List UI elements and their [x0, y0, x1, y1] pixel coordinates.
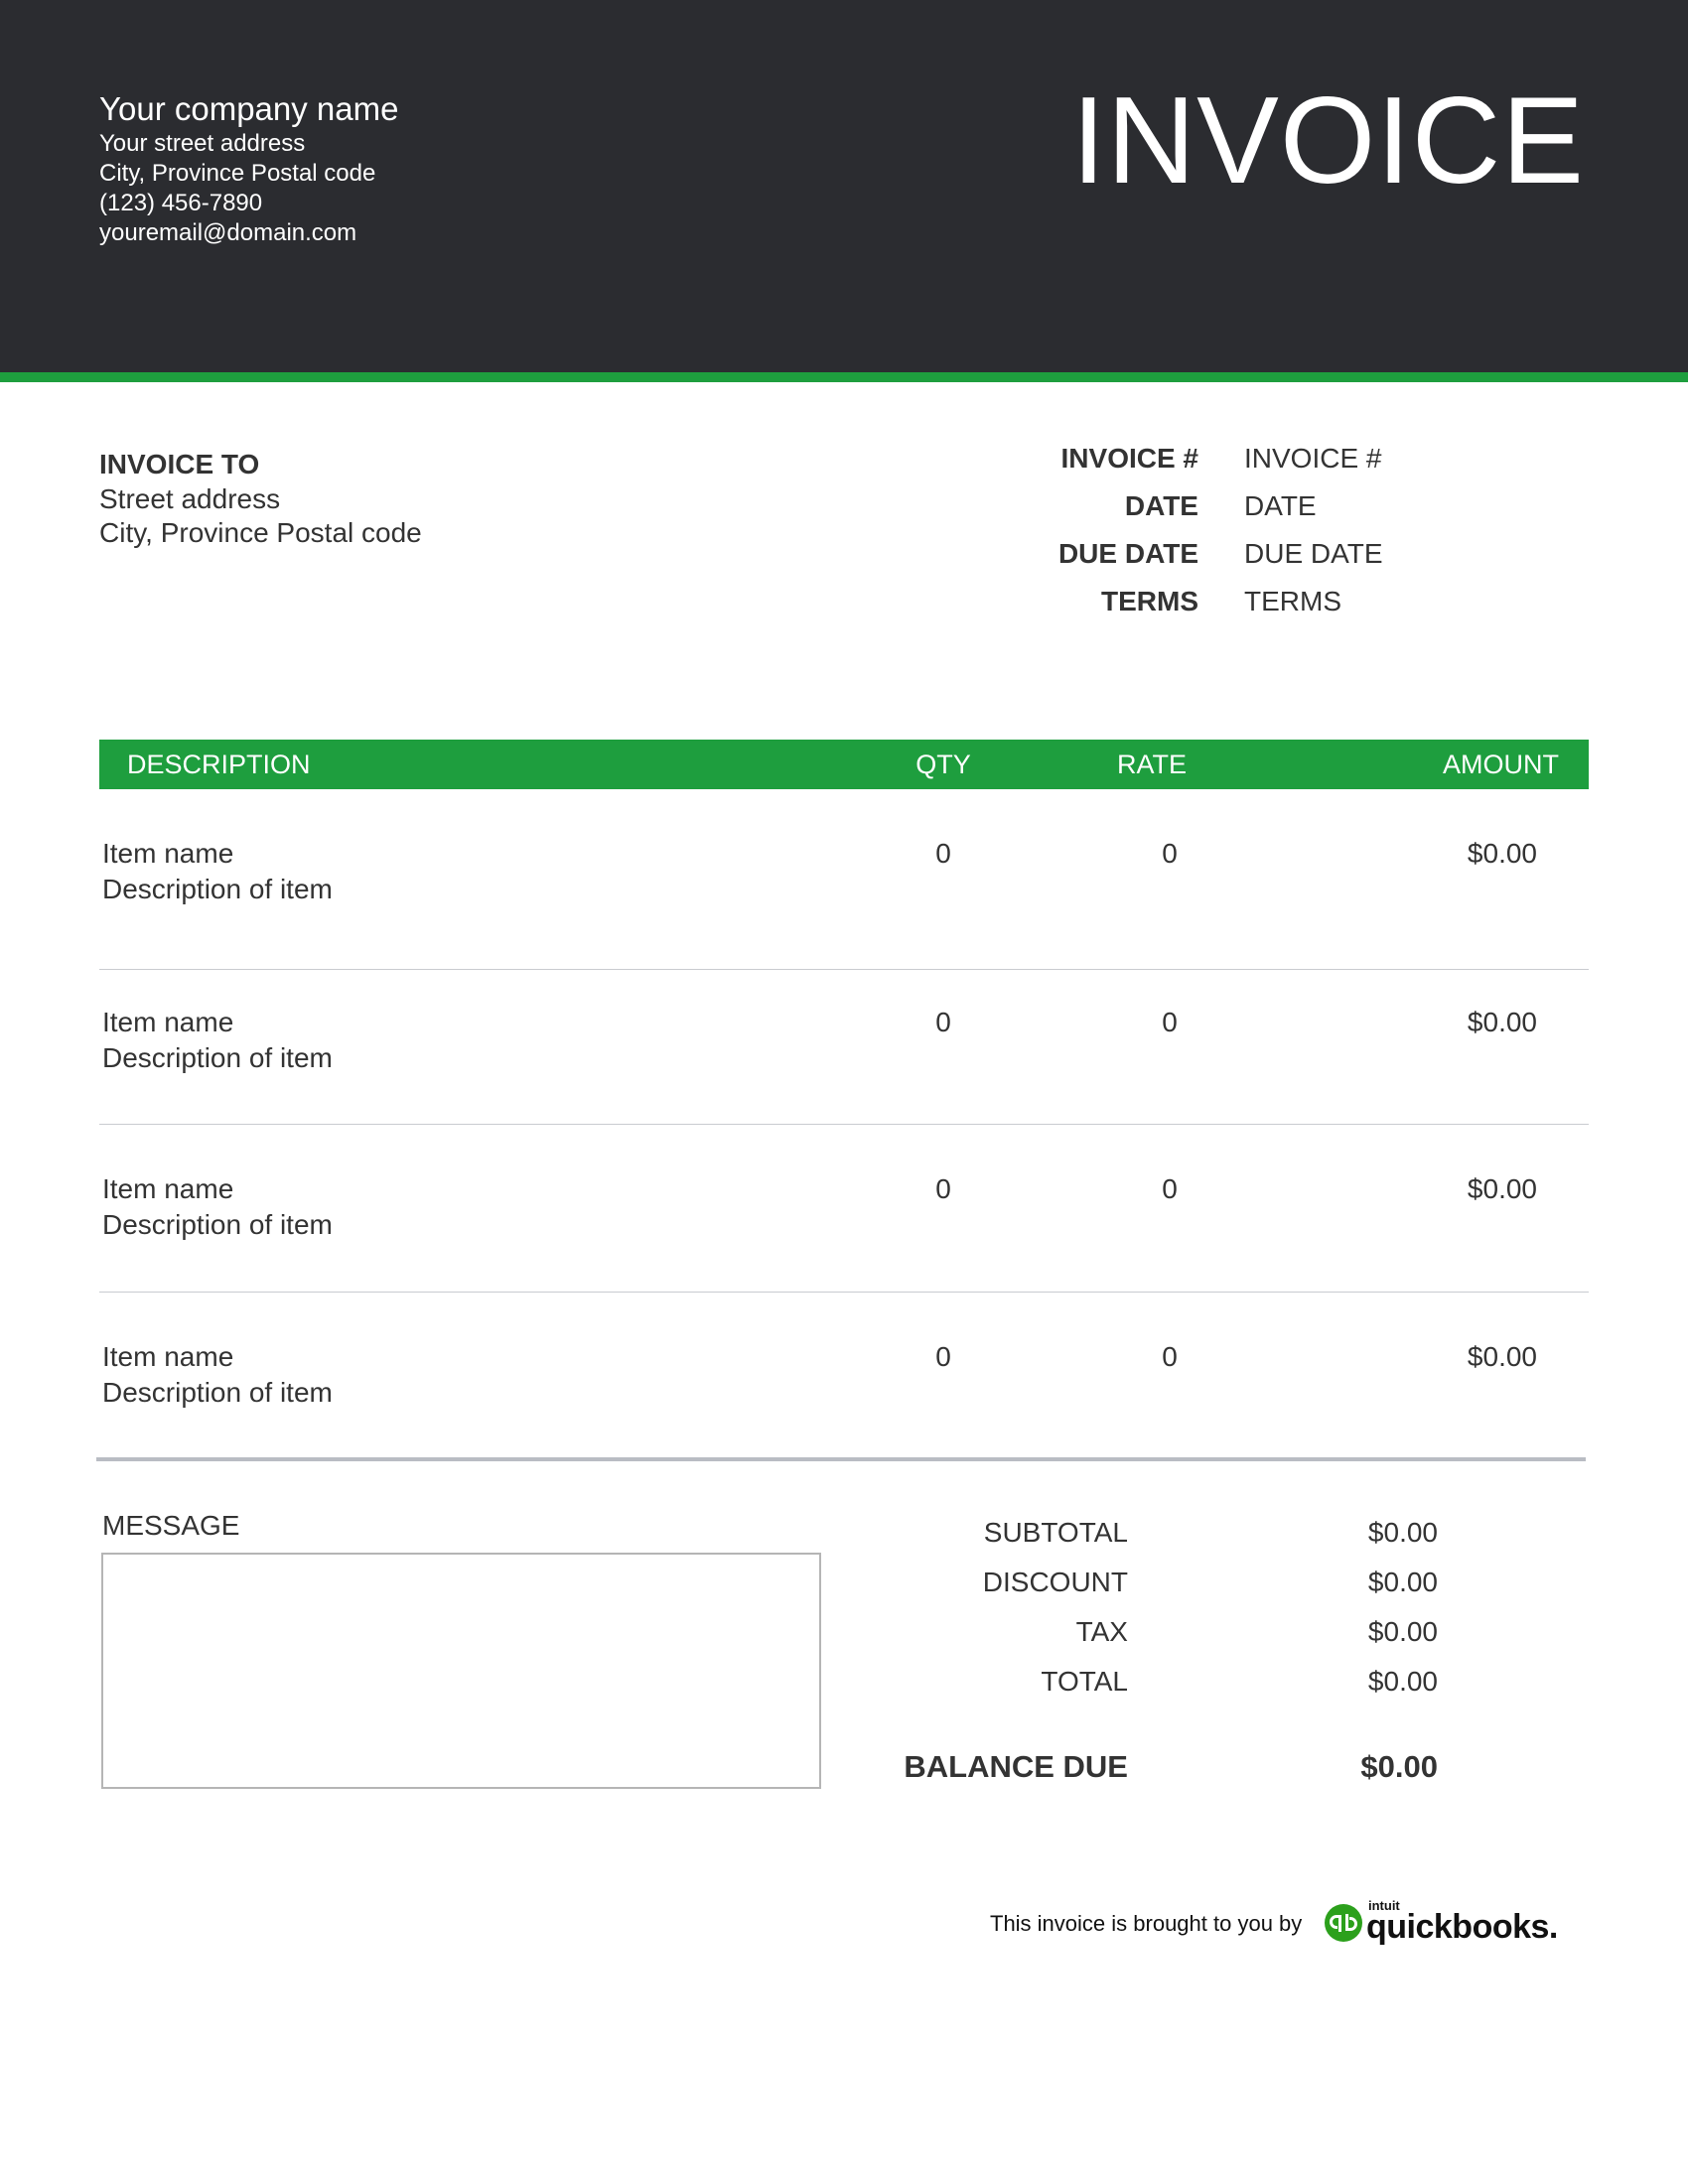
bill-to-block: INVOICE TO Street address City, Province…	[99, 447, 422, 550]
item-name[interactable]: Item name	[102, 837, 233, 871]
item-rate[interactable]: 0	[1120, 1340, 1219, 1374]
meta-label: TERMS	[1101, 586, 1198, 616]
meta-value[interactable]: DATE	[1244, 488, 1317, 524]
meta-label: INVOICE #	[1060, 443, 1198, 474]
subtotal-row: SUBTOTAL $0.00	[894, 1515, 1539, 1565]
quickbooks-logo[interactable]: intuit quickbooks.	[1324, 1894, 1558, 1954]
message-input[interactable]	[101, 1553, 821, 1789]
row-divider	[99, 1292, 1589, 1293]
column-header-description: DESCRIPTION	[127, 750, 311, 779]
header-accent-stripe	[0, 372, 1688, 382]
item-amount: $0.00	[1467, 1173, 1537, 1204]
company-name: Your company name	[99, 90, 399, 127]
company-street: Your street address	[99, 130, 306, 157]
quickbooks-wordmark: quickbooks.	[1366, 1908, 1558, 1946]
item-name[interactable]: Item name	[102, 1340, 233, 1374]
subtotal-label: SUBTOTAL	[983, 1517, 1128, 1548]
balance-due-row: BALANCE DUE $0.00	[894, 1749, 1539, 1803]
meta-row-terms: TERMS TERMS	[993, 584, 1589, 631]
balance-due-value: $0.00	[1360, 1749, 1438, 1784]
total-row: TOTAL $0.00	[894, 1664, 1539, 1713]
bill-to-street: Street address	[99, 483, 281, 514]
column-header-amount: AMOUNT	[1443, 750, 1559, 779]
row-divider	[99, 1124, 1589, 1125]
item-amount: $0.00	[1467, 838, 1537, 869]
meta-label: DATE	[1124, 490, 1198, 521]
footer: This invoice is brought to you by intuit…	[990, 1894, 1558, 1954]
tax-label: TAX	[1075, 1616, 1128, 1647]
invoice-meta: INVOICE # INVOICE # DATE DATE DUE DATE D…	[993, 441, 1589, 631]
totals-block: SUBTOTAL $0.00 DISCOUNT $0.00 TAX $0.00 …	[894, 1515, 1539, 1803]
item-description[interactable]: Description of item	[102, 1208, 333, 1242]
column-header-rate: RATE	[1116, 750, 1187, 779]
item-qty[interactable]: 0	[894, 837, 993, 871]
items-table-header: DESCRIPTION QTY RATE AMOUNT	[99, 740, 1589, 789]
meta-row-invoice-number: INVOICE # INVOICE #	[993, 441, 1589, 488]
item-rate[interactable]: 0	[1120, 1172, 1219, 1206]
balance-due-label: BALANCE DUE	[904, 1749, 1128, 1784]
total-value: $0.00	[1367, 1666, 1438, 1697]
total-label: TOTAL	[1041, 1666, 1128, 1697]
subtotal-value: $0.00	[1367, 1517, 1438, 1548]
item-amount: $0.00	[1467, 1341, 1537, 1372]
company-phone: (123) 456-7890	[99, 190, 263, 216]
discount-row: DISCOUNT $0.00	[894, 1565, 1539, 1614]
footer-text: This invoice is brought to you by	[990, 1911, 1303, 1936]
meta-value[interactable]: INVOICE #	[1244, 441, 1381, 477]
item-rate[interactable]: 0	[1120, 1006, 1219, 1039]
meta-row-date: DATE DATE	[993, 488, 1589, 536]
meta-label: DUE DATE	[1057, 538, 1198, 569]
item-qty[interactable]: 0	[894, 1172, 993, 1206]
tax-value[interactable]: $0.00	[1368, 1614, 1438, 1650]
invoice-header: Your company name Your street address Ci…	[0, 0, 1688, 372]
meta-row-due-date: DUE DATE DUE DATE	[993, 536, 1589, 584]
company-info: Your company name Your street address Ci…	[99, 89, 398, 248]
discount-value[interactable]: $0.00	[1368, 1565, 1438, 1600]
item-rate[interactable]: 0	[1120, 837, 1219, 871]
quickbooks-logo-icon	[1325, 1904, 1362, 1942]
message-label: MESSAGE	[102, 1510, 240, 1541]
meta-value[interactable]: TERMS	[1244, 584, 1341, 619]
company-city: City, Province Postal code	[99, 160, 376, 187]
company-email: youremail@domain.com	[99, 219, 357, 246]
item-description[interactable]: Description of item	[102, 1376, 333, 1410]
item-description[interactable]: Description of item	[102, 1041, 333, 1075]
bill-to-title: INVOICE TO	[99, 449, 260, 479]
item-name[interactable]: Item name	[102, 1006, 233, 1039]
invoice-title: INVOICE	[1071, 72, 1585, 209]
tax-row: TAX $0.00	[894, 1614, 1539, 1664]
item-amount: $0.00	[1467, 1007, 1537, 1037]
meta-value[interactable]: DUE DATE	[1244, 536, 1383, 572]
bill-to-city: City, Province Postal code	[99, 517, 422, 548]
item-qty[interactable]: 0	[894, 1340, 993, 1374]
row-divider	[99, 969, 1589, 970]
item-qty[interactable]: 0	[894, 1006, 993, 1039]
discount-label: DISCOUNT	[982, 1567, 1128, 1597]
table-end-divider	[96, 1457, 1586, 1461]
column-header-qty: QTY	[915, 750, 971, 779]
item-name[interactable]: Item name	[102, 1172, 233, 1206]
item-description[interactable]: Description of item	[102, 873, 333, 906]
